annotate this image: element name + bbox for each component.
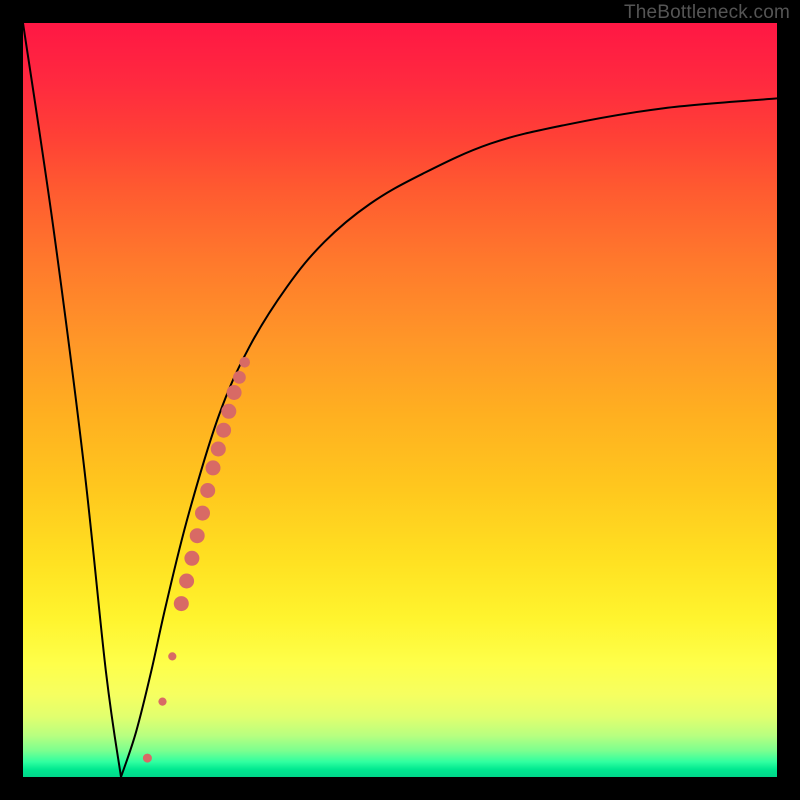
plot-area	[23, 23, 777, 777]
marker-dot	[190, 528, 205, 543]
marker-dot	[179, 574, 194, 589]
marker-dot	[195, 506, 210, 521]
marker-dot	[174, 596, 189, 611]
marker-dot	[158, 698, 166, 706]
marker-dot	[200, 483, 215, 498]
marker-dot	[233, 371, 246, 384]
marker-dot	[216, 423, 231, 438]
marker-dot	[206, 460, 221, 475]
chart-frame: TheBottleneck.com	[0, 0, 800, 800]
marker-dot	[227, 385, 242, 400]
marker-dot	[211, 442, 226, 457]
marker-dot	[184, 551, 199, 566]
marker-group	[143, 357, 250, 763]
chart-svg	[23, 23, 777, 777]
marker-dot	[239, 357, 250, 368]
watermark-text: TheBottleneck.com	[624, 2, 790, 24]
curve-left	[23, 23, 121, 777]
marker-dot	[168, 652, 176, 660]
curve-right	[121, 98, 777, 777]
marker-dot	[143, 754, 152, 763]
marker-dot	[221, 404, 236, 419]
